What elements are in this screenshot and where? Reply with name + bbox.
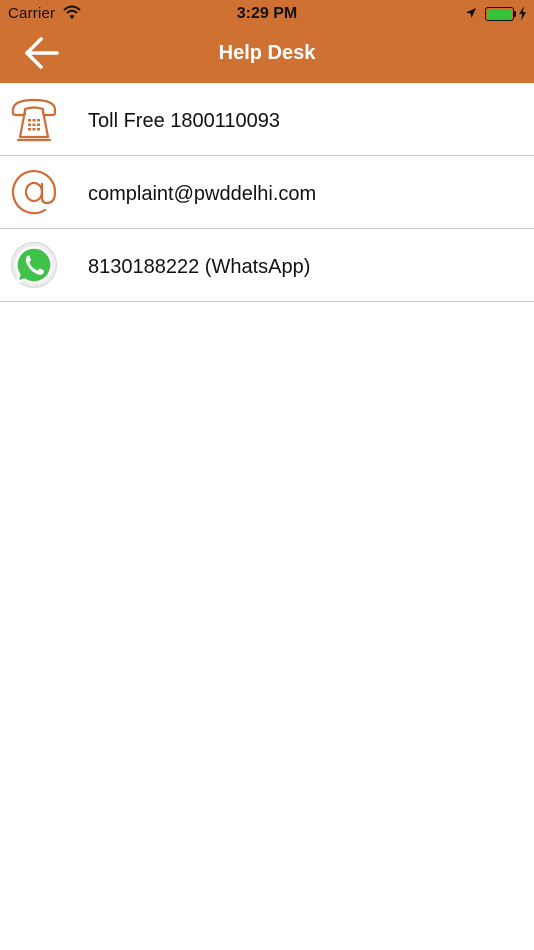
status-time: 3:29 PM bbox=[236, 5, 298, 22]
contact-label: Toll Free 1800110093 bbox=[88, 110, 280, 132]
whatsapp-icon bbox=[11, 242, 57, 288]
navigation-bar: Carrier 3:29 PM Help Desk bbox=[0, 0, 534, 83]
page-title: Help Desk bbox=[218, 42, 316, 64]
telephone-icon bbox=[11, 98, 57, 142]
battery-level bbox=[487, 9, 512, 19]
contact-row-toll-free[interactable]: Toll Free 1800110093 bbox=[0, 83, 534, 156]
battery-tip bbox=[514, 11, 516, 17]
location-arrow-icon bbox=[466, 8, 476, 18]
contact-label: 8130188222 (WhatsApp) bbox=[88, 256, 311, 278]
contact-row-email[interactable]: complaint@pwddelhi.com bbox=[0, 156, 534, 229]
battery-icon bbox=[485, 7, 514, 21]
contact-row-whatsapp[interactable]: 8130188222 (WhatsApp) bbox=[0, 229, 534, 302]
contact-list: Toll Free 1800110093 complaint@pwddelhi.… bbox=[0, 83, 534, 302]
contact-label: complaint@pwddelhi.com bbox=[88, 183, 317, 205]
charging-bolt-icon bbox=[519, 6, 526, 21]
status-bar: Carrier 3:29 PM bbox=[0, 0, 534, 28]
at-sign-icon bbox=[11, 170, 57, 215]
